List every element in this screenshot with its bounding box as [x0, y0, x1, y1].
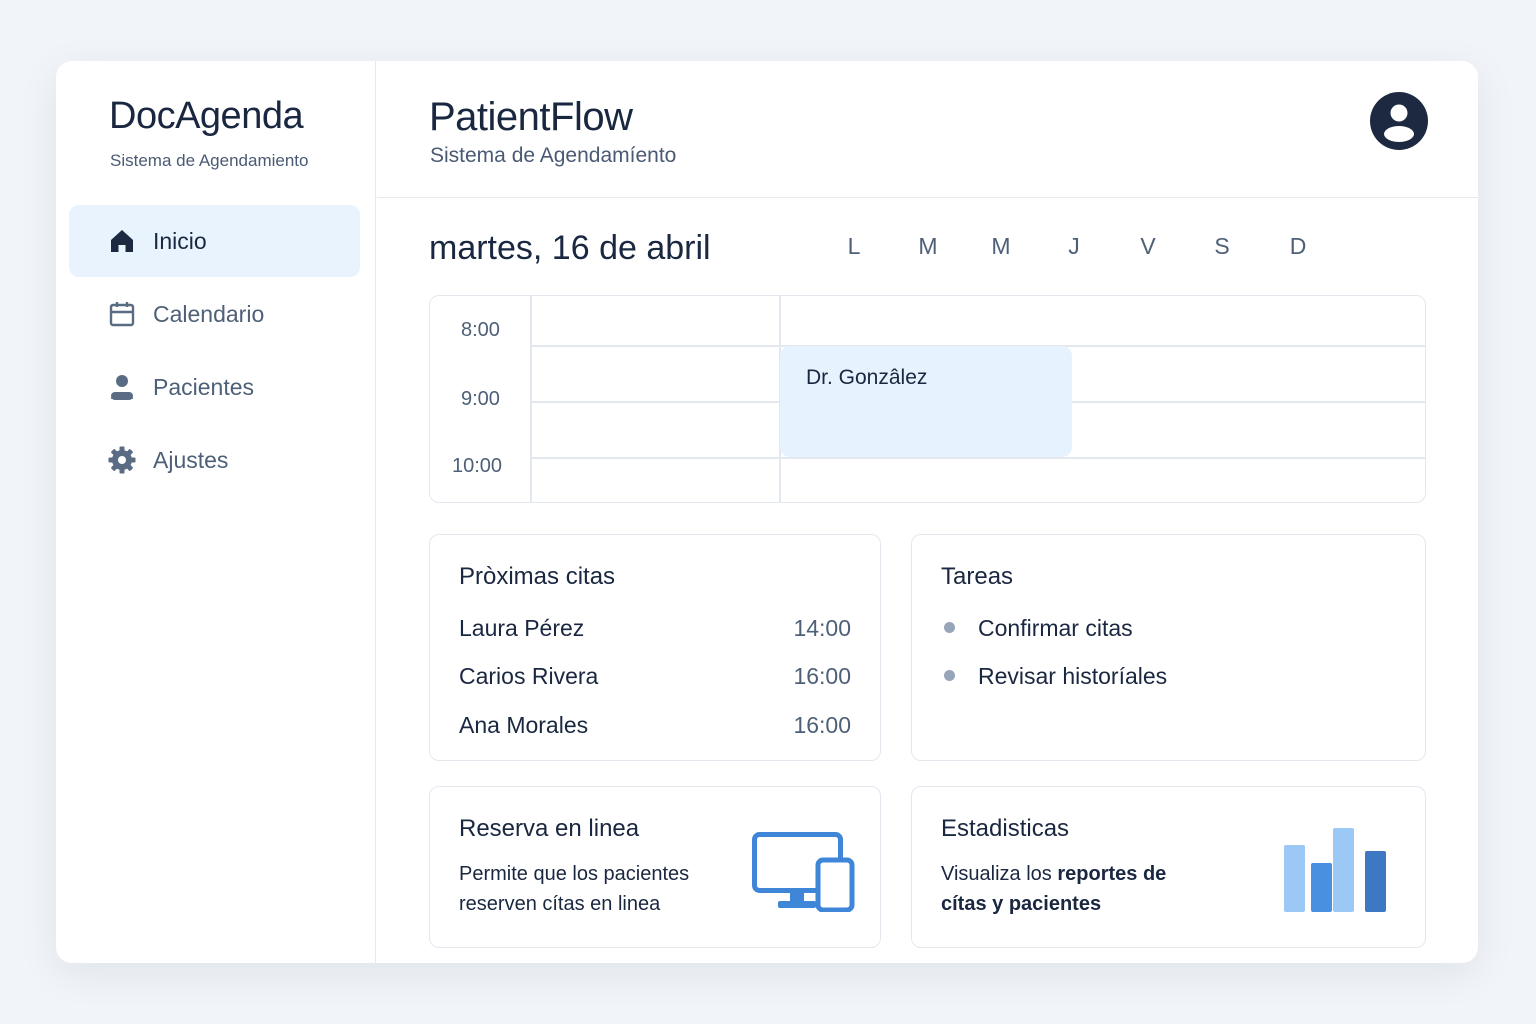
- sidebar-nav: Inicio Calendario Pacientes Ajustes: [69, 205, 360, 497]
- statistics-card[interactable]: Estadisticas Visualiza los reportes de c…: [911, 786, 1426, 948]
- card-title: Pròximas citas: [459, 563, 616, 590]
- weekday-thu[interactable]: J: [1059, 233, 1089, 260]
- page-subtitle: Sistema de Agendamíento: [430, 144, 677, 167]
- card-title: Reserva en linea: [459, 815, 640, 842]
- desc-text: Visualiza los: [941, 863, 1058, 885]
- bar-chart-icon: [1284, 827, 1390, 918]
- day-calendar: 8:00 9:00 10:00 Dr. Gonzâlez: [429, 295, 1426, 503]
- time-label: 9:00: [461, 388, 500, 410]
- sidebar-item-pacientes[interactable]: Pacientes: [69, 351, 360, 423]
- card-title: Estadisticas: [941, 815, 1070, 842]
- appointment-name[interactable]: Laura Pérez: [459, 615, 584, 642]
- main-content: PatientFlow Sistema de Agendamíento mart…: [377, 61, 1478, 963]
- sidebar-item-calendario[interactable]: Calendario: [69, 278, 360, 350]
- sidebar-item-ajustes[interactable]: Ajustes: [69, 424, 360, 496]
- weekday-fri[interactable]: V: [1133, 233, 1163, 260]
- appointment-name[interactable]: Carios Rivera: [459, 663, 598, 690]
- sidebar-item-label: Ajustes: [153, 446, 229, 473]
- desc-line: reserven cítas en linea: [459, 893, 661, 915]
- home-icon: [107, 226, 137, 256]
- tasks-card: Tareas Confirmar citas Revisar historíal…: [911, 534, 1426, 761]
- sidebar-item-label: Calendario: [153, 300, 265, 327]
- bullet-icon: [944, 670, 955, 681]
- sidebar-item-label: Pacientes: [153, 373, 255, 400]
- current-date: martes, 16 de abril: [429, 229, 711, 267]
- time-label: 8:00: [461, 319, 500, 341]
- upcoming-appointments-card: Pròximas citas Laura Pérez 14:00 Carios …: [429, 534, 881, 761]
- task-item[interactable]: Revisar historíales: [978, 663, 1167, 690]
- time-label: 10:00: [452, 455, 503, 477]
- user-avatar-icon[interactable]: [1370, 92, 1428, 150]
- sidebar-item-label: Inicio: [153, 227, 207, 254]
- grid-line: [530, 457, 1425, 459]
- sidebar: DocAgenda Sistema de Agendamiento Inicio…: [56, 61, 376, 963]
- weekday-sat[interactable]: S: [1207, 233, 1237, 260]
- task-item[interactable]: Confirmar citas: [978, 615, 1133, 642]
- brand-subtitle: Sistema de Agendamiento: [110, 151, 309, 170]
- weekday-mon[interactable]: L: [839, 233, 869, 260]
- page-title: PatientFlow: [429, 95, 633, 139]
- header: PatientFlow Sistema de Agendamíento: [377, 61, 1478, 198]
- weekday-sun[interactable]: D: [1283, 233, 1313, 260]
- card-description: Permite que los pacientes reserven cítas…: [459, 859, 689, 919]
- event-label: Dr. Gonzâlez: [806, 366, 928, 389]
- desc-line: Permite que los pacientes: [459, 863, 690, 885]
- card-title: Tareas: [941, 563, 1014, 590]
- appointment-time: 16:00: [793, 712, 851, 738]
- desc-bold: cítas y pacientes: [941, 893, 1102, 915]
- bullet-icon: [944, 622, 955, 633]
- appointment-time: 14:00: [793, 615, 851, 641]
- appointment-name[interactable]: Ana Morales: [459, 712, 588, 739]
- desc-bold: reportes de: [1057, 863, 1167, 885]
- online-booking-card[interactable]: Reserva en linea Permite que los pacient…: [429, 786, 881, 948]
- brand-title: DocAgenda: [109, 95, 304, 137]
- devices-icon: [752, 832, 856, 917]
- weekday-tue[interactable]: M: [913, 233, 943, 260]
- card-description: Visualiza los reportes de cítas y pacien…: [941, 859, 1166, 919]
- calendar-icon: [107, 299, 137, 329]
- user-icon: [107, 372, 137, 402]
- app-window: DocAgenda Sistema de Agendamiento Inicio…: [56, 61, 1478, 963]
- sidebar-item-inicio[interactable]: Inicio: [69, 205, 360, 277]
- grid-line: [530, 296, 532, 502]
- gear-icon: [107, 445, 137, 475]
- weekday-wed[interactable]: M: [986, 233, 1016, 260]
- appointment-time: 16:00: [793, 663, 851, 689]
- calendar-event[interactable]: Dr. Gonzâlez: [780, 346, 1072, 457]
